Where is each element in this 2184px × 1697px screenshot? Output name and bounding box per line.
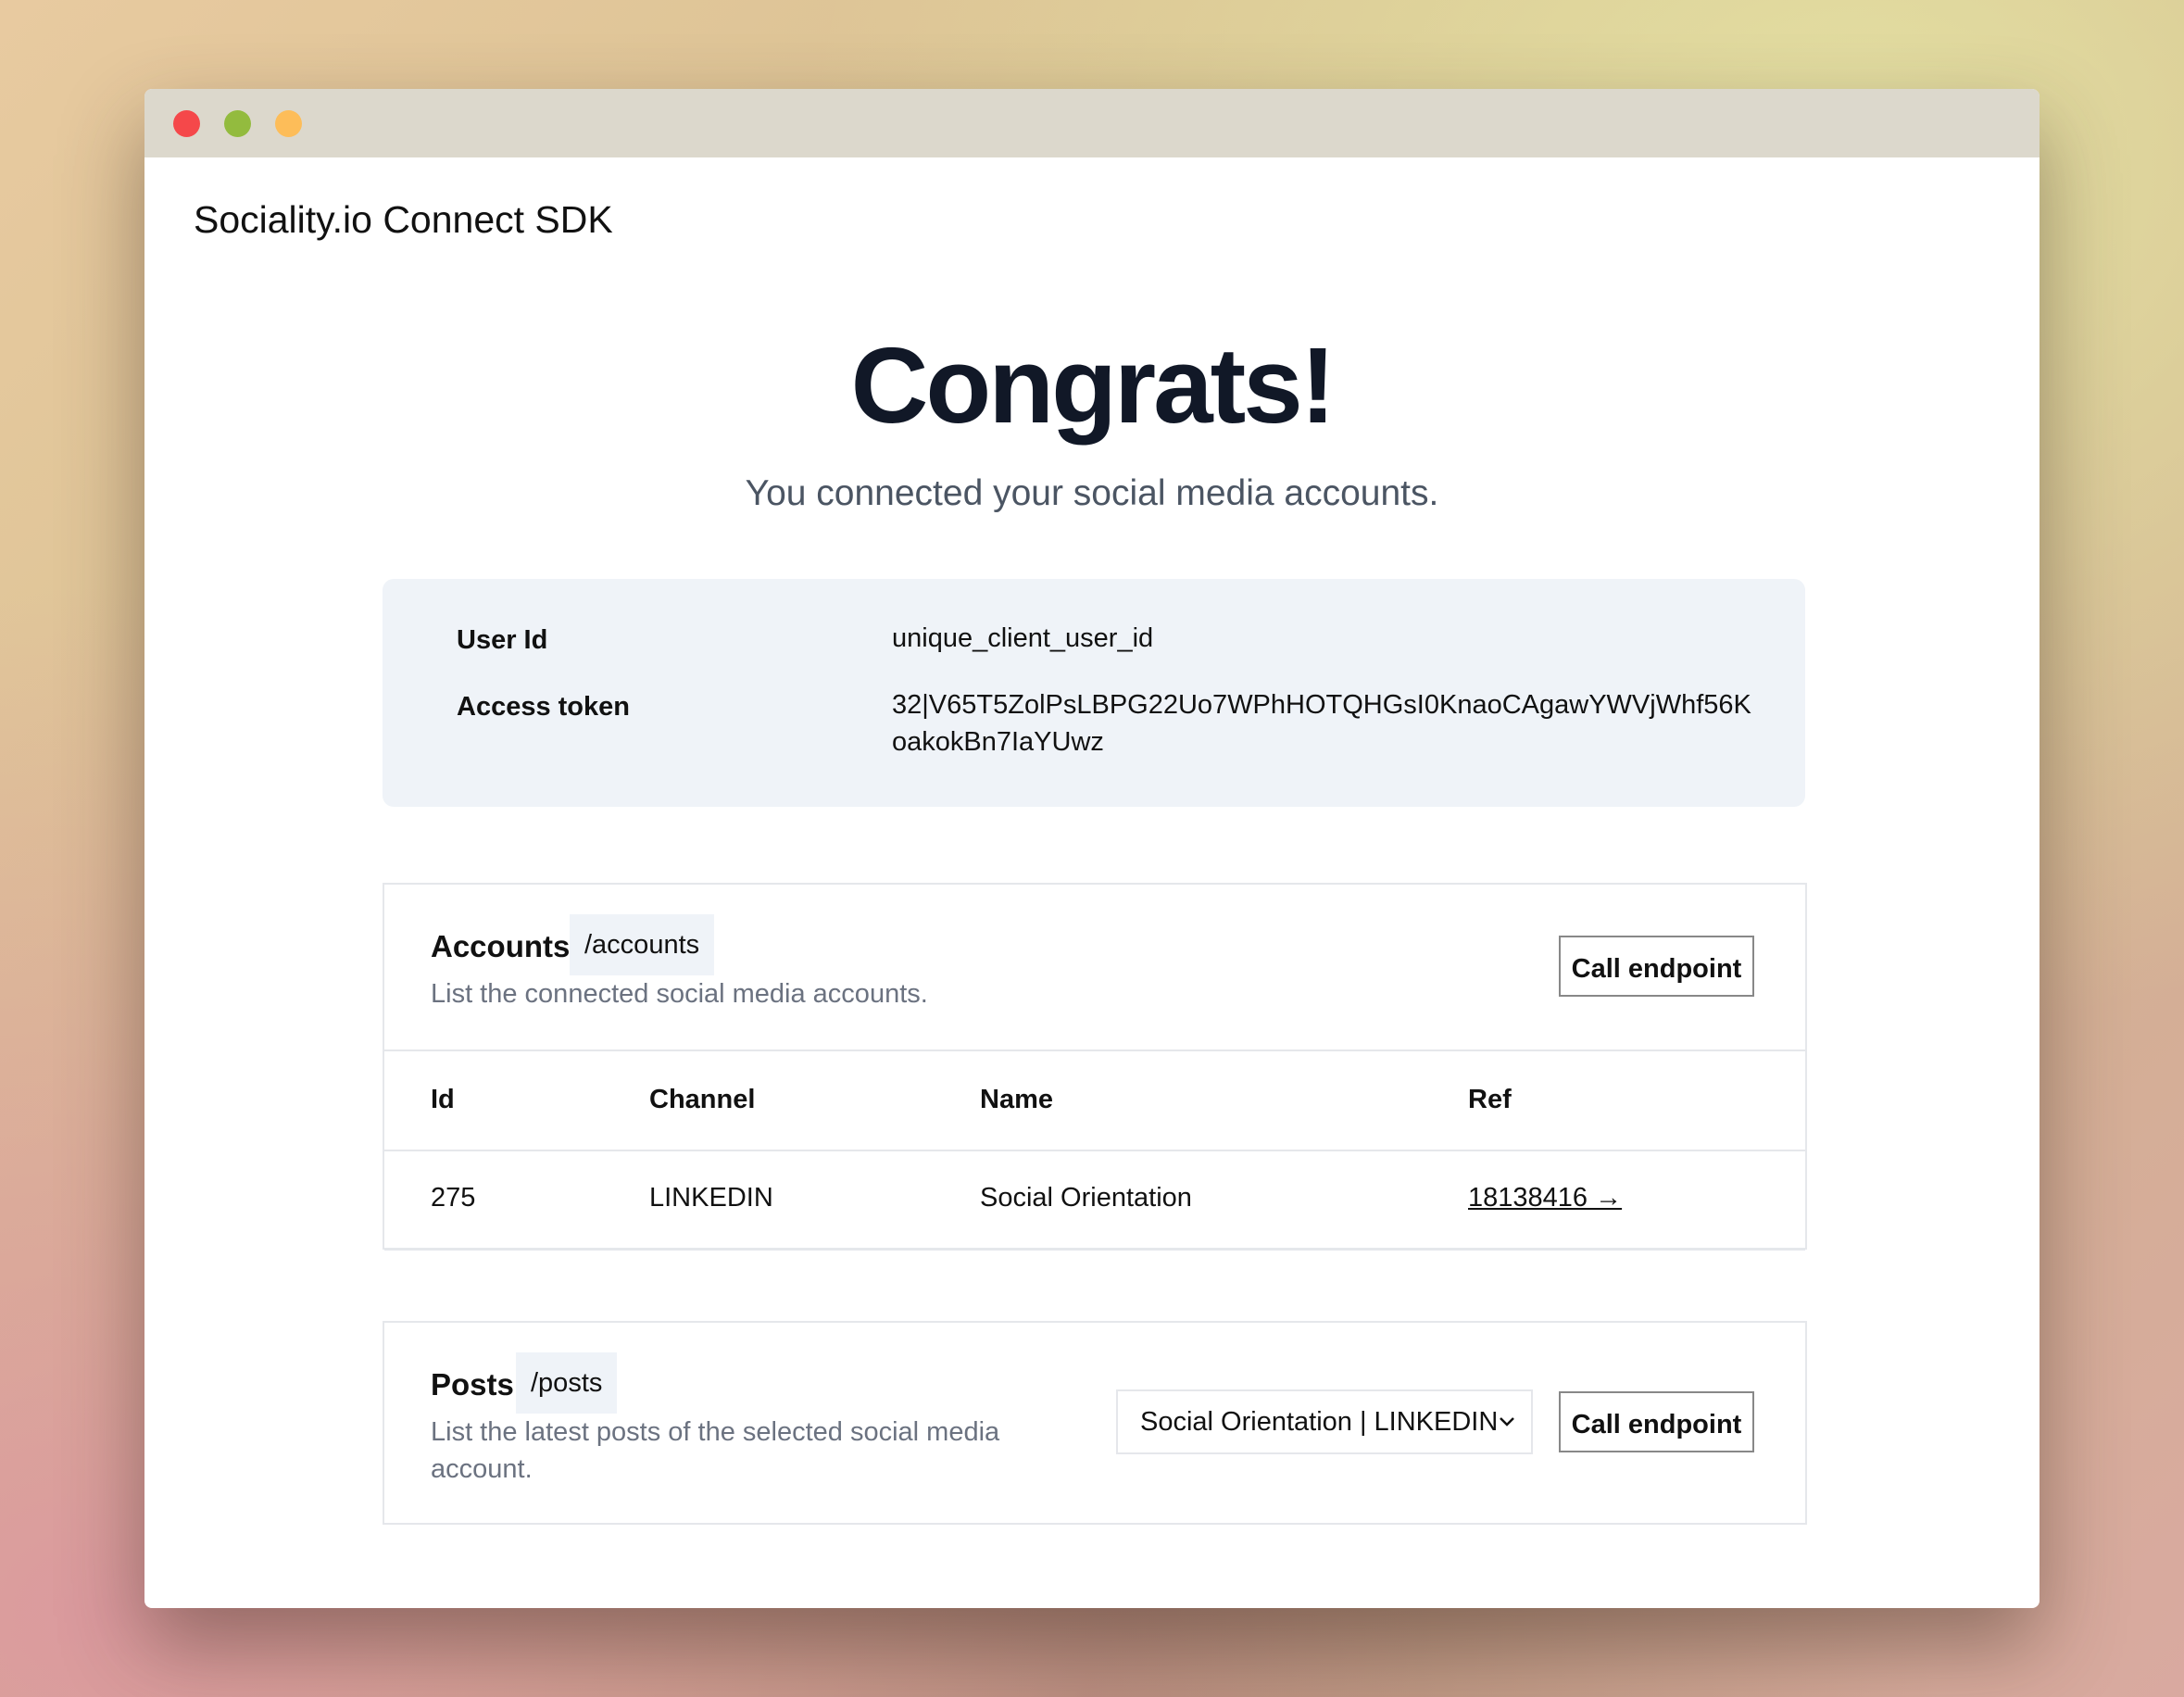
user-id-value: unique_client_user_id xyxy=(892,623,1154,653)
account-ref-link[interactable]: 18138416 → xyxy=(1468,1183,1622,1213)
accounts-card: Accounts /accounts List the connected so… xyxy=(383,883,1807,1251)
access-token-value: 32|V65T5ZolPsLBPG22Uo7WPhHOTQHGsI0KnaoCA… xyxy=(892,690,1751,757)
browser-window: Sociality.io Connect SDK Congrats! You c… xyxy=(144,89,2040,1608)
column-header-ref: Ref xyxy=(1468,1085,1512,1114)
page-subheadline: You connected your social media accounts… xyxy=(745,473,1439,513)
posts-description: List the latest posts of the selected so… xyxy=(431,1417,1000,1484)
column-header-name: Name xyxy=(980,1085,1053,1114)
chevron-down-icon xyxy=(1498,1391,1516,1477)
account-select[interactable]: Social Orientation | LINKEDIN xyxy=(1116,1389,1533,1454)
posts-card: Posts /posts List the latest posts of th… xyxy=(383,1321,1807,1525)
accounts-call-endpoint-button[interactable]: Call endpoint xyxy=(1559,936,1754,997)
minimize-window-button[interactable] xyxy=(275,110,302,137)
posts-endpoint-path: /posts xyxy=(516,1352,618,1414)
posts-call-endpoint-button[interactable]: Call endpoint xyxy=(1559,1391,1754,1452)
window-titlebar xyxy=(144,89,2040,157)
close-window-button[interactable] xyxy=(173,110,200,137)
accounts-description: List the connected social media accounts… xyxy=(431,979,928,1009)
accounts-title: Accounts xyxy=(431,929,571,963)
account-name-cell: Social Orientation xyxy=(980,1183,1192,1213)
app-title: Sociality.io Connect SDK xyxy=(194,198,613,241)
account-select-value: Social Orientation | LINKEDIN xyxy=(1140,1407,1499,1437)
column-header-channel: Channel xyxy=(649,1085,756,1114)
access-token-label: Access token xyxy=(457,692,630,722)
table-row: 275 LINKEDIN Social Orientation 18138416… xyxy=(384,1150,1805,1251)
account-id-cell: 275 xyxy=(431,1183,476,1213)
page-headline: Congrats! xyxy=(850,325,1337,446)
account-channel-cell: LINKEDIN xyxy=(649,1183,773,1213)
posts-title: Posts xyxy=(431,1367,514,1402)
column-header-id: Id xyxy=(431,1085,455,1114)
credentials-panel: User Id unique_client_user_id Access tok… xyxy=(383,579,1805,807)
user-id-label: User Id xyxy=(457,625,548,655)
maximize-window-button[interactable] xyxy=(224,110,251,137)
accounts-endpoint-path: /accounts xyxy=(570,914,715,975)
accounts-table-header: Id Channel Name Ref xyxy=(384,1050,1805,1151)
